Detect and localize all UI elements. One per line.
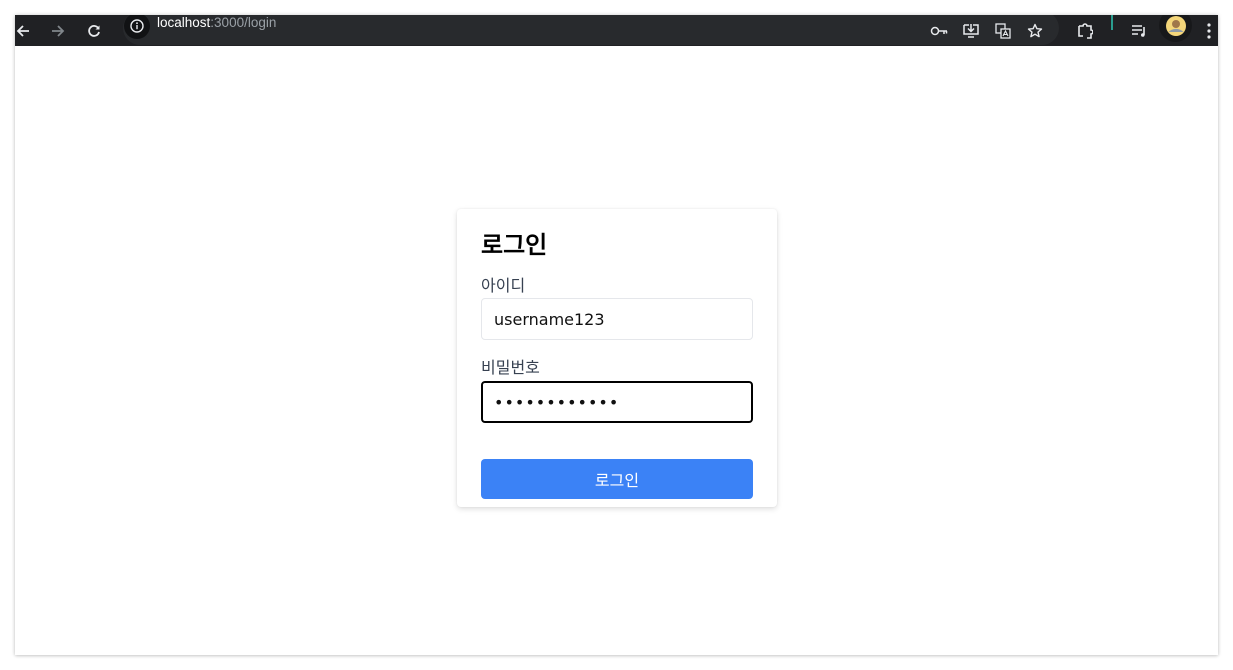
- reload-icon[interactable]: [85, 15, 103, 46]
- toolbar-divider: [1111, 15, 1113, 30]
- url-path: :3000/login: [210, 15, 277, 30]
- forward-icon[interactable]: [49, 15, 67, 46]
- url-host: localhost: [157, 15, 211, 30]
- browser-window: localhost:3000/login 로그인 아이디 비밀번: [15, 15, 1218, 655]
- translate-icon[interactable]: [993, 15, 1013, 46]
- extensions-icon[interactable]: [1075, 15, 1095, 46]
- profile-avatar[interactable]: [1159, 15, 1192, 42]
- menu-icon[interactable]: [1203, 15, 1215, 46]
- username-label: 아이디: [481, 276, 526, 295]
- bookmark-star-icon[interactable]: [1025, 15, 1045, 46]
- login-card: 로그인 아이디 비밀번호 로그인: [457, 209, 777, 507]
- url-text[interactable]: localhost:3000/login: [157, 15, 276, 31]
- password-label: 비밀번호: [481, 358, 540, 377]
- page-title: 로그인: [481, 231, 548, 259]
- reading-list-icon[interactable]: [1129, 15, 1149, 46]
- login-button[interactable]: 로그인: [481, 459, 753, 499]
- key-icon[interactable]: [929, 15, 949, 46]
- install-app-icon[interactable]: [961, 15, 981, 46]
- password-input[interactable]: [481, 381, 753, 423]
- browser-toolbar: localhost:3000/login: [15, 15, 1218, 46]
- username-input[interactable]: [481, 298, 753, 340]
- back-icon[interactable]: [15, 15, 31, 46]
